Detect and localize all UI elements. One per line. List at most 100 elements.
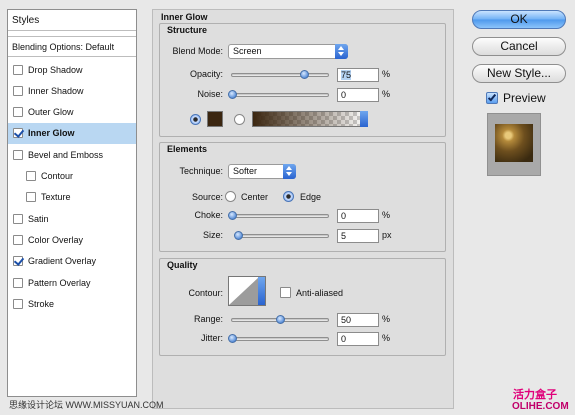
- source-edge-radio[interactable]: [283, 191, 294, 202]
- opacity-slider-thumb[interactable]: [300, 70, 309, 79]
- style-item-checkbox[interactable]: [13, 128, 23, 139]
- range-slider[interactable]: [231, 315, 329, 324]
- style-item-label: Satin: [28, 213, 49, 224]
- technique-value: Softer: [233, 166, 258, 176]
- opacity-unit: %: [382, 69, 391, 79]
- style-item-outer-glow[interactable]: Outer Glow: [8, 102, 136, 123]
- choke-label: Choke:: [194, 210, 223, 220]
- style-item-label: Inner Shadow: [28, 85, 84, 96]
- opacity-value: 75: [341, 70, 352, 80]
- style-item-checkbox[interactable]: [13, 149, 23, 160]
- contour-label: Contour:: [188, 288, 223, 298]
- style-item-pattern-overlay[interactable]: Pattern Overlay: [8, 272, 136, 293]
- style-item-label: Inner Glow: [28, 128, 75, 139]
- anti-aliased-label[interactable]: Anti-aliased: [296, 288, 343, 298]
- noise-field[interactable]: 0: [337, 88, 379, 102]
- range-slider-thumb[interactable]: [276, 315, 285, 324]
- style-item-stroke[interactable]: Stroke: [8, 293, 136, 314]
- style-item-checkbox[interactable]: [13, 256, 23, 267]
- style-item-label: Gradient Overlay: [28, 256, 97, 267]
- source-center-label[interactable]: Center: [241, 192, 268, 202]
- style-item-checkbox[interactable]: [13, 234, 23, 245]
- contour-picker[interactable]: [228, 276, 266, 306]
- choke-slider-thumb[interactable]: [228, 211, 237, 220]
- style-item-label: Contour: [41, 171, 74, 181]
- noise-slider[interactable]: [228, 90, 329, 99]
- styles-header[interactable]: Styles: [8, 10, 136, 31]
- style-item-checkbox[interactable]: [13, 107, 23, 118]
- style-item-gradient-overlay[interactable]: Gradient Overlay: [8, 251, 136, 272]
- styles-list: Styles Blending Options: Default Drop Sh…: [7, 9, 137, 397]
- opacity-field[interactable]: 75: [337, 68, 379, 82]
- styles-header-label: Styles: [12, 14, 40, 26]
- inner-glow-panel: Inner Glow Structure Blend Mode: Screen …: [152, 9, 454, 409]
- preview-label[interactable]: Preview: [503, 91, 546, 105]
- jitter-slider[interactable]: [228, 334, 329, 343]
- solid-color-radio[interactable]: [190, 114, 201, 125]
- glow-color-swatch[interactable]: [207, 111, 223, 127]
- gradient-radio[interactable]: [234, 114, 245, 125]
- select-arrows-icon: [283, 164, 296, 179]
- new-style-button[interactable]: New Style...: [472, 64, 566, 83]
- style-item-checkbox[interactable]: [13, 298, 23, 309]
- style-item-inner-glow[interactable]: Inner Glow: [8, 122, 136, 144]
- source-label: Source:: [191, 192, 223, 202]
- jitter-unit: %: [382, 333, 391, 343]
- choke-field[interactable]: 0: [337, 209, 379, 223]
- style-item-checkbox[interactable]: [13, 64, 23, 75]
- style-item-label: Pattern Overlay: [28, 277, 91, 288]
- noise-slider-thumb[interactable]: [228, 90, 237, 99]
- preview-swatch: [495, 124, 533, 162]
- choke-unit: %: [382, 210, 391, 220]
- style-item-color-overlay[interactable]: Color Overlay: [8, 229, 136, 250]
- range-field[interactable]: 50: [337, 313, 379, 327]
- source-center-radio[interactable]: [225, 191, 236, 202]
- preview-thumbnail: [487, 113, 541, 176]
- style-item-inner-shadow[interactable]: Inner Shadow: [8, 80, 136, 101]
- technique-label: Technique:: [179, 166, 223, 176]
- blend-mode-value: Screen: [233, 46, 262, 56]
- jitter-slider-thumb[interactable]: [228, 334, 237, 343]
- gradient-dropdown-arrow-icon[interactable]: [360, 111, 368, 127]
- style-item-checkbox[interactable]: [13, 213, 23, 224]
- choke-slider[interactable]: [228, 211, 329, 220]
- jitter-field[interactable]: 0: [337, 332, 379, 346]
- technique-select[interactable]: Softer: [228, 164, 296, 179]
- choke-value: 0: [341, 211, 347, 221]
- blending-options-item[interactable]: Blending Options: Default: [8, 36, 136, 57]
- watermark-right-top: 活力盒子: [513, 389, 557, 401]
- style-item-label: Stroke: [28, 298, 55, 309]
- source-edge-label[interactable]: Edge: [300, 192, 321, 202]
- elements-title: Elements: [167, 144, 208, 154]
- range-label: Range:: [193, 314, 223, 324]
- panel-title: Inner Glow: [161, 12, 208, 22]
- style-item-texture[interactable]: Texture: [8, 187, 136, 208]
- glow-gradient-picker[interactable]: [252, 111, 368, 127]
- contour-curve-icon: [229, 277, 259, 305]
- style-item-satin[interactable]: Satin: [8, 208, 136, 229]
- noise-label: Noise:: [197, 89, 223, 99]
- size-slider[interactable]: [233, 231, 329, 240]
- ok-button[interactable]: OK: [472, 10, 566, 29]
- anti-aliased-checkbox[interactable]: [280, 287, 291, 298]
- style-item-checkbox[interactable]: [13, 277, 23, 288]
- checkmark-icon: [487, 92, 497, 102]
- size-field[interactable]: 5: [337, 229, 379, 243]
- cancel-button[interactable]: Cancel: [472, 37, 566, 56]
- structure-title: Structure: [167, 25, 208, 35]
- style-item-contour[interactable]: Contour: [8, 166, 136, 187]
- contour-dropdown-arrow-icon[interactable]: [258, 277, 265, 305]
- style-item-label: Drop Shadow: [28, 64, 83, 75]
- opacity-slider[interactable]: [231, 70, 329, 79]
- style-item-checkbox[interactable]: [26, 192, 36, 203]
- preview-checkbox[interactable]: [486, 92, 498, 104]
- style-item-checkbox[interactable]: [26, 171, 36, 181]
- blend-mode-select[interactable]: Screen: [228, 44, 348, 59]
- style-item-bevel-and-emboss[interactable]: Bevel and Emboss: [8, 144, 136, 165]
- style-item-checkbox[interactable]: [13, 85, 23, 96]
- noise-value: 0: [341, 90, 347, 100]
- style-item-label: Texture: [41, 192, 71, 203]
- size-slider-thumb[interactable]: [233, 231, 243, 240]
- style-item-drop-shadow[interactable]: Drop Shadow: [8, 59, 136, 80]
- jitter-value: 0: [341, 334, 347, 344]
